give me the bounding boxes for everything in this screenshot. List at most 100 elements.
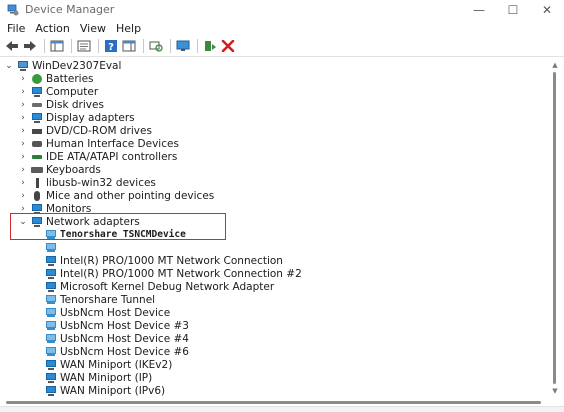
chevron-right-icon[interactable]: › — [18, 150, 28, 163]
category-label: Display adapters — [46, 111, 135, 124]
computer-icon — [17, 60, 29, 71]
network-card-icon — [45, 242, 57, 253]
chevron-down-icon[interactable]: ⌄ — [4, 59, 14, 72]
computer-icon — [31, 86, 43, 97]
category-label: Computer — [46, 85, 99, 98]
network-card-icon — [45, 268, 57, 279]
scan-hardware-icon[interactable] — [148, 38, 164, 54]
keyboard-icon — [31, 164, 43, 175]
chevron-right-icon[interactable]: › — [18, 137, 28, 150]
title-bar: Device Manager — ☐ ✕ — [0, 0, 564, 19]
horizontal-scroll-thumb[interactable] — [6, 401, 541, 404]
tree-device[interactable]: Intel(R) PRO/1000 MT Network Connection — [42, 254, 283, 267]
uninstall-icon[interactable] — [220, 38, 236, 54]
battery-icon — [31, 73, 43, 84]
tree-category-ide[interactable]: › IDE ATA/ATAPI controllers — [18, 150, 177, 163]
chevron-right-icon[interactable]: › — [18, 85, 28, 98]
toolbar-separator — [44, 39, 45, 53]
device-label: UsbNcm Host Device — [60, 306, 171, 319]
network-card-icon — [45, 359, 57, 370]
toolbar-separator — [143, 39, 144, 53]
tree-device[interactable]: WAN Miniport (IPv6) — [42, 384, 165, 397]
network-card-icon — [45, 294, 57, 305]
category-label: Disk drives — [46, 98, 104, 111]
device-label: Intel(R) PRO/1000 MT Network Connection — [60, 254, 283, 267]
tree-device[interactable]: WAN Miniport (IP) — [42, 371, 152, 384]
properties-icon[interactable] — [76, 38, 92, 54]
tree-category-libusb[interactable]: › libusb-win32 devices — [18, 176, 156, 189]
minimize-button[interactable]: — — [462, 0, 496, 19]
device-manager-icon — [7, 4, 19, 16]
category-label: IDE ATA/ATAPI controllers — [46, 150, 178, 163]
tree-root[interactable]: ⌄ WinDev2307Eval — [4, 59, 121, 72]
chevron-right-icon[interactable]: › — [18, 72, 28, 85]
tree-category-mice[interactable]: › Mice and other pointing devices — [18, 189, 214, 202]
menu-view[interactable]: View — [75, 22, 111, 35]
toolbar-separator — [170, 39, 171, 53]
forward-icon[interactable] — [22, 38, 38, 54]
tree-device[interactable]: WAN Miniport (IKEv2) — [42, 358, 172, 371]
ide-controller-icon — [31, 151, 43, 162]
help-icon[interactable]: ? — [103, 38, 119, 54]
tree-device[interactable]: UsbNcm Host Device #3 — [42, 319, 189, 332]
device-label: WAN Miniport (IPv6) — [60, 384, 166, 397]
device-label: WAN Miniport (IKEv2) — [60, 358, 173, 371]
horizontal-scrollbar[interactable] — [0, 398, 548, 406]
device-label: Intel(R) PRO/1000 MT Network Connection … — [60, 267, 302, 280]
category-label: Batteries — [46, 72, 94, 85]
category-label: DVD/CD-ROM drives — [46, 124, 152, 137]
network-card-icon — [45, 281, 57, 292]
tree-device[interactable]: Intel(R) PRO/1000 MT Network Connection … — [42, 267, 302, 280]
chevron-right-icon[interactable]: › — [18, 111, 28, 124]
menu-help[interactable]: Help — [111, 22, 146, 35]
tree-category-disk-drives[interactable]: › Disk drives — [18, 98, 104, 111]
close-button[interactable]: ✕ — [530, 0, 564, 19]
chevron-right-icon[interactable]: › — [18, 98, 28, 111]
tree-category-display-adapters[interactable]: › Display adapters — [18, 111, 135, 124]
menu-action[interactable]: Action — [30, 22, 74, 35]
monitor-icon[interactable] — [175, 38, 191, 54]
toolbar: ? — [0, 37, 564, 55]
scroll-down-icon[interactable]: ▼ — [549, 386, 561, 396]
chevron-right-icon[interactable]: › — [18, 124, 28, 137]
chevron-right-icon[interactable]: › — [18, 189, 28, 202]
menu-file[interactable]: File — [2, 22, 30, 35]
tree-device[interactable]: UsbNcm Host Device #4 — [42, 332, 189, 345]
tree-device[interactable] — [42, 241, 60, 254]
mouse-icon — [31, 190, 43, 201]
tree-category-dvd[interactable]: › DVD/CD-ROM drives — [18, 124, 152, 137]
network-card-icon — [45, 372, 57, 383]
tree-device[interactable]: Microsoft Kernel Debug Network Adapter — [42, 280, 274, 293]
tree-device[interactable]: UsbNcm Host Device #6 — [42, 345, 189, 358]
category-label: Mice and other pointing devices — [46, 189, 215, 202]
network-card-icon — [45, 320, 57, 331]
tree-category-hid[interactable]: › Human Interface Devices — [18, 137, 179, 150]
device-label: UsbNcm Host Device #4 — [60, 332, 189, 345]
action-pane-icon[interactable] — [121, 38, 137, 54]
display-adapter-icon — [31, 112, 43, 123]
svg-text:?: ? — [108, 42, 114, 52]
tree-category-batteries[interactable]: › Batteries — [18, 72, 94, 85]
tree-category-computer[interactable]: › Computer — [18, 85, 98, 98]
tree-device[interactable]: UsbNcm Host Device — [42, 306, 170, 319]
device-label: Microsoft Kernel Debug Network Adapter — [60, 280, 275, 293]
update-driver-icon[interactable] — [202, 38, 218, 54]
maximize-button[interactable]: ☐ — [496, 0, 530, 19]
dvd-icon — [31, 125, 43, 136]
toolbar-separator — [71, 39, 72, 53]
device-label: Tenorshare Tunnel — [60, 293, 156, 306]
show-hide-console-tree-icon[interactable] — [49, 38, 65, 54]
back-icon[interactable] — [4, 38, 20, 54]
menu-bar: File Action View Help — [0, 19, 564, 37]
tree-device[interactable]: Tenorshare Tunnel — [42, 293, 155, 306]
usb-icon — [31, 177, 43, 188]
tree-category-keyboards[interactable]: › Keyboards — [18, 163, 101, 176]
chevron-right-icon[interactable]: › — [18, 163, 28, 176]
device-label: UsbNcm Host Device #3 — [60, 319, 189, 332]
scroll-up-icon[interactable]: ▲ — [549, 60, 561, 70]
network-card-icon — [45, 346, 57, 357]
chevron-right-icon[interactable]: › — [18, 176, 28, 189]
category-label: Keyboards — [46, 163, 101, 176]
vertical-scrollbar[interactable]: ▲ ▼ — [549, 60, 561, 396]
vertical-scroll-thumb[interactable] — [553, 72, 556, 384]
